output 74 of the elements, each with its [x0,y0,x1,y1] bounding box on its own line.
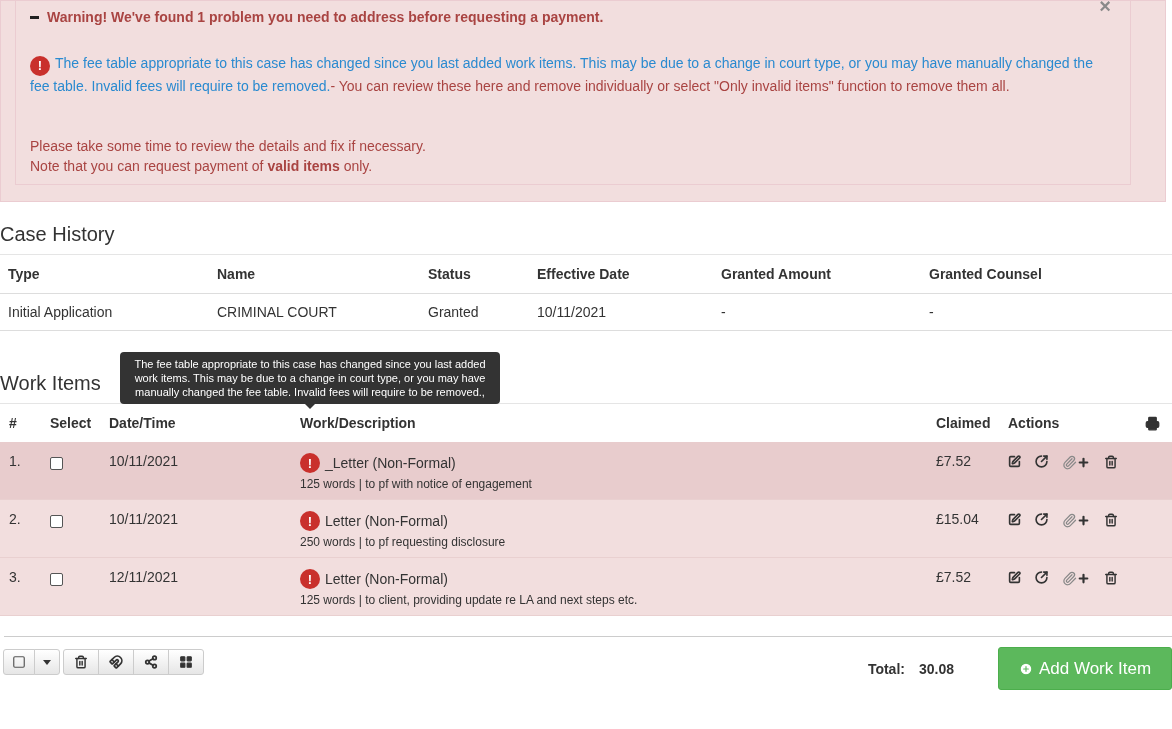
warning-icon[interactable]: ! [300,453,320,473]
alert-note: Note that you can request payment of valid items only. [30,157,374,176]
work-title: _Letter (Non-Formal) [325,455,456,471]
table-cell-text: £7.52 [936,453,972,471]
close-button[interactable]: × [1099,0,1111,18]
table-cell-text: 10/11/2021 [537,304,608,320]
share-icon[interactable] [1035,455,1048,468]
column-header: Claimed [936,415,991,431]
column-header: Type [8,266,41,282]
edit-icon[interactable] [1008,455,1021,468]
alert-note: Please take some time to review the details and fix if necessary. [30,137,427,156]
work-detail: 125 words | to pf with notice of engagement [300,477,532,491]
trash-icon[interactable] [1104,571,1118,585]
attach-icon[interactable] [1062,571,1090,586]
table-cell-text: - [929,304,935,320]
column-header: Date/Time [109,415,176,431]
share-icon[interactable] [1035,513,1048,526]
work-title: Letter (Non-Formal) [325,513,448,529]
magnet-button[interactable] [98,649,134,675]
column-header: Granted Counsel [929,266,1043,282]
select-checkbox[interactable] [50,515,63,528]
magnet-icon [109,655,123,669]
column-header: Name [217,266,257,282]
table-cell-text: £15.04 [936,511,979,529]
table-cell-text: Granted [428,304,480,320]
grid-button[interactable] [168,649,204,675]
select-checkbox[interactable] [50,457,63,470]
work-title: Letter (Non-Formal) [325,571,448,587]
trash-icon [74,655,88,669]
column-header: Work/Description [300,415,416,431]
share-button[interactable] [133,649,169,675]
share-icon[interactable] [1035,571,1048,584]
checkbox-icon [12,655,26,669]
table-cell-text: - [721,304,727,320]
table-cell-text: 12/11/2021 [109,569,179,587]
attach-icon[interactable] [1062,513,1090,528]
row-number: 1. [9,453,21,471]
section-title: Case History [0,214,1172,255]
table-cell-text: CRIMINAL COURT [217,304,338,320]
table-cell-text: 10/11/2021 [109,511,179,529]
share-icon [144,655,158,669]
warning-title: Warning! We've found 1 problem you need to address before requesting a payment. [47,9,604,25]
select-checkbox[interactable] [50,573,63,586]
column-header: # [9,415,17,431]
delete-button[interactable] [63,649,99,675]
plus-circle-icon [1018,661,1033,676]
row-number: 2. [9,511,21,529]
warning-icon[interactable]: ! [300,569,320,589]
work-detail: 250 words | to pf requesting disclosure [300,535,506,549]
total-value: 30.08 [918,660,954,677]
trash-icon[interactable] [1104,455,1118,469]
problem-message: ! The fee table appropriate to this case has changed since you last added work items. This may be due to a change in court type, or you may have manually changed the fee table. Invalid fees will require to be removed.- You can review these here and remove individually or select "Only invalid items" function to remove them all. [30,54,1094,96]
table-cell-text: Initial Application [8,304,114,320]
edit-icon[interactable] [1008,513,1021,526]
grid-icon [179,655,193,669]
print-icon[interactable] [1145,416,1160,431]
edit-icon[interactable] [1008,571,1021,584]
tooltip: The fee table appropriate to this case has changed since you last added work items. This may be due to a change in court type, or you may have manually changed the fee table. Invalid fees will require to be removed., [120,352,500,409]
select-all-button[interactable] [3,649,35,675]
attach-icon[interactable] [1062,455,1090,470]
dropdown-button[interactable] [34,649,60,675]
column-header: Actions [1008,415,1060,431]
column-header: Granted Amount [721,266,832,282]
column-header: Effective Date [537,266,631,282]
table-cell-text: 10/11/2021 [109,453,179,471]
table-cell-text: £7.52 [936,569,972,587]
row-number: 3. [9,569,21,587]
warning-icon[interactable]: ! [300,511,320,531]
total-label: Total: [867,660,905,677]
trash-icon[interactable] [1104,513,1118,527]
collapse-icon[interactable] [30,15,39,19]
column-header: Select [50,415,92,431]
work-detail: 125 words | to client, providing update re LA and next steps etc. [300,593,638,607]
column-header: Status [428,266,472,282]
